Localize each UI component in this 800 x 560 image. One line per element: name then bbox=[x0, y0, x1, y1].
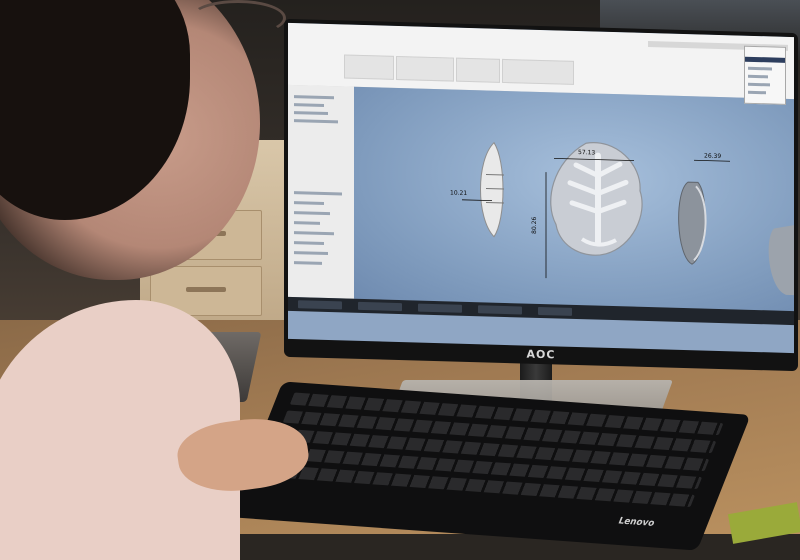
tree-item bbox=[294, 103, 324, 107]
dimension-side: 10.21 bbox=[450, 189, 468, 197]
cad-viewport: 57.13 26.39 10.21 80.26 bbox=[354, 86, 794, 338]
glasses-icon bbox=[190, 0, 286, 36]
tree-item bbox=[294, 261, 322, 265]
dimension-profile: 26.39 bbox=[704, 152, 722, 161]
tree-item bbox=[294, 111, 328, 116]
cad-drawing bbox=[462, 141, 794, 338]
drawer-handle bbox=[186, 287, 226, 292]
tree-item bbox=[294, 241, 324, 245]
dimension-height: 80.26 bbox=[531, 216, 539, 235]
monitor: 57.13 26.39 10.21 80.26 AOC bbox=[284, 18, 798, 372]
menu-item bbox=[748, 90, 766, 95]
taskbar-item bbox=[358, 301, 402, 312]
ribbon-group bbox=[344, 54, 394, 80]
ribbon-group bbox=[456, 57, 500, 83]
taskbar-item bbox=[418, 303, 462, 313]
dimension-width: 57.13 bbox=[578, 149, 596, 157]
tree-item bbox=[294, 201, 324, 205]
part-side-view-left bbox=[480, 141, 504, 238]
monitor-screen: 57.13 26.39 10.21 80.26 bbox=[288, 22, 794, 354]
tree-item bbox=[294, 211, 330, 216]
context-menu-panel bbox=[744, 45, 786, 105]
ribbon-group bbox=[502, 58, 574, 85]
part-side-view-right bbox=[678, 181, 707, 265]
tree-item bbox=[294, 95, 334, 100]
taskbar-item bbox=[298, 300, 342, 310]
keyboard-brand: Lenovo bbox=[616, 516, 657, 529]
part-partial-view bbox=[768, 225, 794, 296]
menu-item bbox=[748, 74, 768, 79]
menu-highlight bbox=[745, 56, 785, 63]
feature-tree-panel bbox=[288, 84, 355, 299]
tree-item bbox=[294, 231, 334, 236]
menu-item bbox=[748, 82, 770, 87]
menu-item bbox=[748, 66, 772, 71]
tree-item bbox=[294, 191, 342, 196]
ribbon-group bbox=[396, 55, 454, 82]
taskbar-item bbox=[478, 305, 522, 315]
taskbar-search bbox=[538, 306, 572, 316]
tree-item bbox=[294, 251, 328, 256]
tree-item bbox=[294, 221, 320, 225]
tree-item bbox=[294, 119, 338, 124]
dimension-line bbox=[694, 159, 730, 162]
